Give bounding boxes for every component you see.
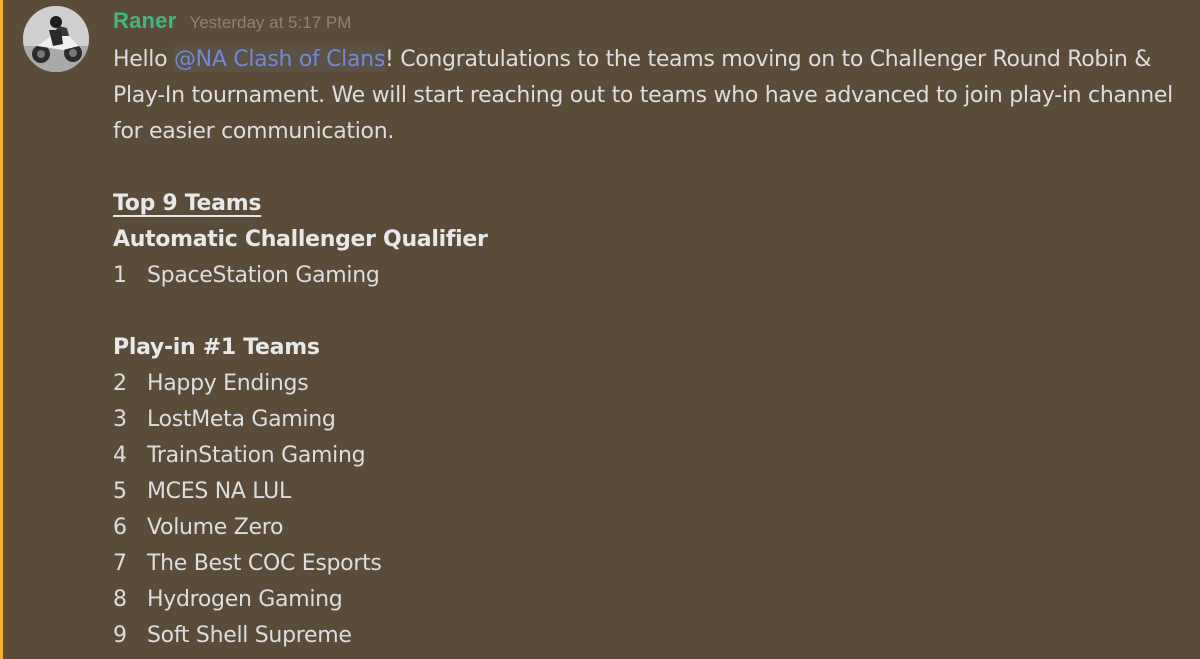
list-item: 9 Soft Shell Supreme <box>113 618 1195 654</box>
list-item: 1 SpaceStation Gaming <box>113 258 1195 294</box>
message-content: Hello @NA Clash of Clans! Congratulation… <box>113 42 1195 654</box>
message-timestamp[interactable]: Yesterday at 5:17 PM <box>189 13 351 32</box>
message-header: Raner Yesterday at 5:17 PM <box>113 8 351 38</box>
author-name[interactable]: Raner <box>113 8 176 33</box>
list-item: 2 Happy Endings <box>113 366 1195 402</box>
list-item: 8 Hydrogen Gaming <box>113 582 1195 618</box>
team-rank: 3 <box>113 407 127 432</box>
playin-list: 2 Happy Endings 3 LostMeta Gaming 4 TrainSt… <box>113 366 1195 654</box>
intro-greeting: Hello <box>113 47 174 72</box>
list-item: 7 The Best COC Esports <box>113 546 1195 582</box>
team-name: Soft Shell Supreme <box>147 623 352 648</box>
list-item: 4 TrainStation Gaming <box>113 438 1195 474</box>
heading-top-teams: Top 9 Teams <box>113 186 1195 222</box>
heading-auto-qualifier: Automatic Challenger Qualifier <box>113 227 488 252</box>
heading-playin: Play-in #1 Teams <box>113 335 320 360</box>
auto-qualifier-list: 1 SpaceStation Gaming <box>113 258 1195 294</box>
team-rank: 4 <box>113 443 127 468</box>
list-item: 6 Volume Zero <box>113 510 1195 546</box>
team-rank: 1 <box>113 263 127 288</box>
team-name: The Best COC Esports <box>147 551 382 576</box>
list-item: 3 LostMeta Gaming <box>113 402 1195 438</box>
motorcycle-rider-icon <box>23 6 89 72</box>
team-rank: 9 <box>113 623 127 648</box>
chat-message: Raner Yesterday at 5:17 PM Hello @NA Cla… <box>0 0 1200 659</box>
team-name: Hydrogen Gaming <box>147 587 343 612</box>
role-mention[interactable]: @NA Clash of Clans <box>173 47 385 72</box>
list-item: 5 MCES NA LUL <box>113 474 1195 510</box>
mention-highlight-bar <box>0 0 3 659</box>
team-name: LostMeta Gaming <box>147 407 336 432</box>
team-name: SpaceStation Gaming <box>147 263 380 288</box>
intro-paragraph: Hello @NA Clash of Clans! Congratulation… <box>113 42 1195 150</box>
team-name: TrainStation Gaming <box>147 443 366 468</box>
team-name: MCES NA LUL <box>147 479 291 504</box>
team-name: Happy Endings <box>147 371 309 396</box>
team-rank: 6 <box>113 515 127 540</box>
heading-top-teams-text: Top 9 Teams <box>113 191 262 216</box>
team-name: Volume Zero <box>147 515 284 540</box>
avatar[interactable] <box>23 6 89 72</box>
team-rank: 2 <box>113 371 127 396</box>
team-rank: 7 <box>113 551 127 576</box>
team-rank: 8 <box>113 587 127 612</box>
team-rank: 5 <box>113 479 127 504</box>
